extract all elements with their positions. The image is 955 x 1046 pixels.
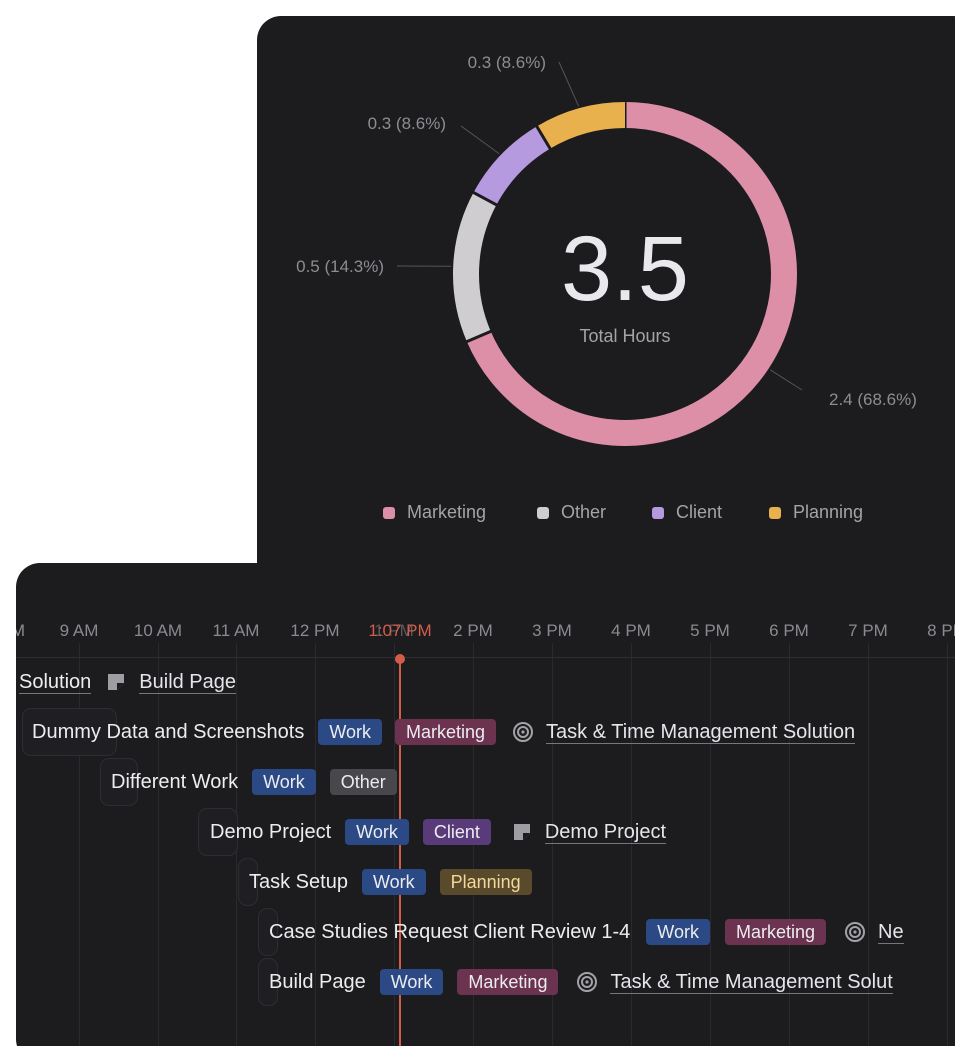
- callout-leader-planning: [558, 61, 580, 107]
- goal-link[interactable]: Task & Time Management Solut: [576, 970, 893, 994]
- goal-link-label: Task & Time Management Solution: [546, 720, 856, 744]
- goal-link-label: Ne: [878, 920, 904, 944]
- callout-leader-marketing: [769, 369, 803, 391]
- legend-swatch-other: [537, 506, 549, 519]
- timeline-row[interactable]: Build Page Work Marketing Task & Time Ma…: [269, 966, 893, 998]
- tag-work[interactable]: Work: [318, 719, 383, 745]
- donut-chart-panel: 2.4 (68.6%) 0.5 (14.3%) 0.3 (8.6%) 0.3 (8.6…: [257, 16, 955, 636]
- task-title[interactable]: Task Setup: [249, 871, 348, 894]
- target-icon: [512, 721, 534, 743]
- hour-label: 3 PM: [532, 621, 572, 640]
- target-icon: [576, 971, 598, 993]
- hour-label: 7 PM: [848, 621, 888, 640]
- timeline-row[interactable]: Task Setup Work Planning: [249, 866, 532, 898]
- legend-swatch-planning: [769, 506, 781, 519]
- hour-label: 10 AM: [133, 621, 183, 640]
- donut-slice-other[interactable]: [453, 192, 497, 342]
- hour-label: 5 PM: [690, 621, 730, 640]
- chart-legend: Marketing Other Client Planning: [257, 502, 955, 526]
- task-title[interactable]: Different Work: [111, 771, 238, 794]
- total-value: 3.5: [561, 218, 689, 320]
- hour-label: 11 AM: [212, 621, 260, 640]
- timeline-panel: M 9 AM 10 AM 11 AM 12 PM 1 PM 2 PM 3 PM …: [16, 563, 955, 1046]
- tag-work[interactable]: Work: [252, 769, 316, 795]
- hour-label: 6 PM: [769, 621, 809, 640]
- tag-other[interactable]: Other: [329, 769, 397, 795]
- data-label-other: 0.5 (14.3%): [296, 257, 384, 276]
- gridline: [158, 643, 159, 1046]
- hour-label: 8 PM: [927, 621, 955, 640]
- legend-swatch-client: [652, 506, 664, 519]
- hour-label: 4 PM: [611, 621, 651, 640]
- goal-link-label: Task & Time Management Solut: [610, 970, 893, 994]
- current-time-label: 1:07 PM: [368, 621, 432, 640]
- tag-marketing[interactable]: Marketing: [724, 919, 826, 945]
- legend-swatch-marketing: [383, 506, 395, 519]
- hour-label: 2 PM: [453, 621, 493, 640]
- legend-item-planning[interactable]: Planning: [769, 502, 863, 523]
- project-link-label: Build Page: [139, 670, 237, 694]
- project-link[interactable]: Demo Project: [511, 820, 667, 844]
- tag-marketing[interactable]: Marketing: [395, 719, 497, 745]
- hour-label: 12 PM: [290, 621, 340, 640]
- goal-link[interactable]: Task & Time Management Solution: [512, 720, 856, 744]
- donut-slice-client[interactable]: [473, 126, 551, 206]
- project-link[interactable]: Build Page: [105, 670, 237, 694]
- tag-marketing[interactable]: Marketing: [457, 969, 559, 995]
- timeline-row[interactable]: Dummy Data and Screenshots Work Marketin…: [32, 716, 856, 748]
- tag-work[interactable]: Work: [379, 969, 444, 995]
- gridline: [79, 643, 80, 1046]
- axis-divider: [16, 657, 955, 658]
- timeline-row[interactable]: Case Studies Request Client Review 1-4 W…: [269, 916, 904, 948]
- goal-link[interactable]: Ne: [844, 921, 904, 944]
- legend-label: Client: [676, 502, 723, 522]
- page-icon: [105, 671, 127, 693]
- timeline-row[interactable]: Different Work Work Other: [111, 766, 397, 798]
- task-title[interactable]: Build Page: [269, 971, 366, 994]
- data-label-planning: 0.3 (8.6%): [468, 53, 546, 72]
- task-title[interactable]: Solution: [19, 671, 92, 694]
- hour-label: 9 AM: [59, 621, 99, 640]
- legend-item-client[interactable]: Client: [652, 502, 722, 523]
- legend-label: Planning: [793, 502, 864, 522]
- legend-label: Marketing: [407, 502, 487, 522]
- current-time-marker: [395, 654, 405, 664]
- data-label-marketing: 2.4 (68.6%): [829, 390, 917, 409]
- target-icon: [844, 921, 866, 943]
- gridline: [947, 643, 948, 1046]
- data-label-client: 0.3 (8.6%): [368, 114, 446, 133]
- legend-item-other[interactable]: Other: [537, 502, 606, 523]
- total-label: Total Hours: [579, 326, 670, 346]
- timeline-row[interactable]: Demo Project Work Client Demo Project: [210, 816, 667, 848]
- project-link-label: Demo Project: [544, 820, 667, 844]
- legend-item-marketing[interactable]: Marketing: [383, 502, 486, 523]
- donut-chart: 2.4 (68.6%) 0.5 (14.3%) 0.3 (8.6%) 0.3 (8.6…: [296, 53, 917, 446]
- task-title[interactable]: Demo Project: [210, 821, 331, 844]
- tag-work[interactable]: Work: [646, 919, 710, 945]
- task-title[interactable]: Case Studies Request Client Review 1-4: [269, 921, 630, 944]
- task-title[interactable]: Dummy Data and Screenshots: [32, 721, 304, 744]
- legend-label: Other: [561, 502, 607, 522]
- tag-work[interactable]: Work: [345, 819, 409, 845]
- donut-slice-planning[interactable]: [536, 102, 626, 149]
- timeline-row[interactable]: Solution Build Page: [19, 666, 237, 698]
- tag-work[interactable]: Work: [361, 869, 426, 895]
- hour-label: M: [16, 621, 26, 640]
- callout-leader-client: [460, 125, 500, 155]
- tag-client[interactable]: Client: [422, 819, 491, 845]
- page-icon: [511, 821, 533, 843]
- tag-planning[interactable]: Planning: [439, 869, 532, 895]
